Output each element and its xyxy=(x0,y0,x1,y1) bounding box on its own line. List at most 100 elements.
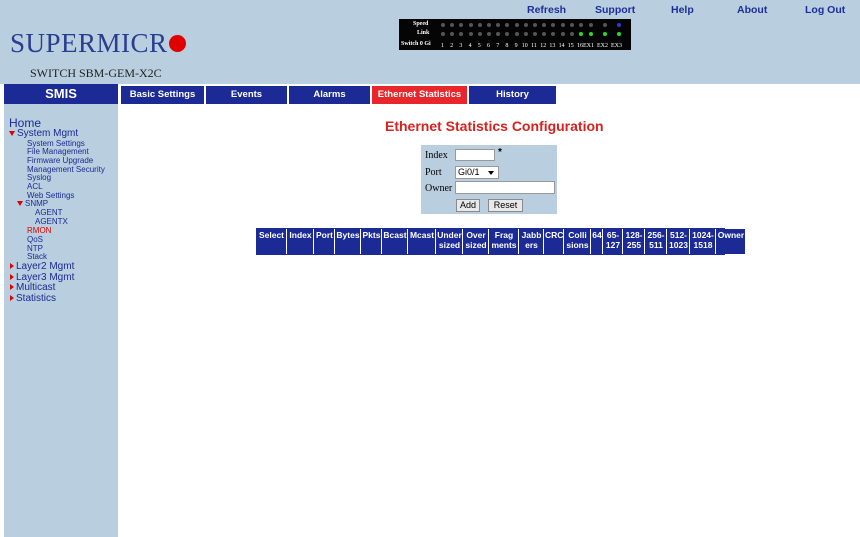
table-header-cell: Jabb ers xyxy=(520,229,544,254)
speed-led xyxy=(487,23,491,27)
speed-led xyxy=(560,23,565,27)
ethernet-stats-table-header: Select Index Port Bytes Pkts Bcast Mcast Under s… xyxy=(256,228,746,255)
speed-led xyxy=(505,23,510,27)
sidebar-item-rmon[interactable]: RMON xyxy=(27,227,51,235)
sidebar-item-stack[interactable]: Stack xyxy=(27,253,47,261)
tab-events[interactable]: Events xyxy=(206,86,287,104)
port-number-label: EX2 xyxy=(597,43,608,49)
sidebar-item-multicast[interactable]: Multicast xyxy=(10,283,55,293)
tab-ethernet-statistics[interactable]: Ethernet Statistics xyxy=(372,86,467,104)
add-button[interactable]: Add xyxy=(456,199,480,212)
table-header-cell: 65- 127 xyxy=(604,229,623,254)
logout-link[interactable]: Log Out xyxy=(805,4,845,16)
table-header-cell: 64 xyxy=(592,229,603,254)
sidebar-item-syslog[interactable]: Syslog xyxy=(27,174,51,182)
port-select[interactable]: Gi0/1 xyxy=(455,166,499,179)
index-label: Index xyxy=(425,150,448,161)
sidebar-item-label: Layer2 Mgmt xyxy=(16,261,75,272)
link-led xyxy=(533,32,537,36)
sidebar-item-label: Multicast xyxy=(16,282,56,293)
speed-led xyxy=(459,23,464,27)
sidebar-item-label: Statistics xyxy=(16,293,57,304)
port-number-label: 1 xyxy=(441,43,444,49)
collapsed-arrow-icon xyxy=(10,284,14,291)
speed-led xyxy=(579,23,583,27)
table-header-text: CRC xyxy=(545,230,564,240)
sidebar-item-snmp[interactable]: SNMP xyxy=(17,200,48,208)
sidebar-item-acl[interactable]: ACL xyxy=(27,183,43,191)
table-header-cell: Index xyxy=(288,229,314,254)
link-led xyxy=(514,32,519,36)
port-number-label: 7 xyxy=(496,43,500,49)
refresh-link[interactable]: Refresh xyxy=(527,4,566,16)
tab-history[interactable]: History xyxy=(469,86,556,104)
link-led xyxy=(579,32,583,36)
index-input[interactable] xyxy=(455,149,495,161)
table-header-text: Select xyxy=(258,230,285,240)
expanded-arrow-icon xyxy=(17,201,23,207)
sidebar-item-qos[interactable]: QoS xyxy=(27,236,43,244)
tab-basic-settings[interactable]: Basic Settings xyxy=(121,86,204,104)
speed-led xyxy=(477,23,482,27)
table-header-text: sized xyxy=(465,239,487,250)
reset-button[interactable]: Reset xyxy=(488,199,523,212)
table-header-text: 1023 xyxy=(669,239,688,250)
table-header-text: Owner xyxy=(717,230,745,240)
speed-led xyxy=(617,23,621,27)
link-led xyxy=(496,32,501,36)
sidebar-item-label: System Mgmt xyxy=(17,128,79,139)
link-led xyxy=(450,32,455,36)
speed-label: Speed xyxy=(413,21,429,27)
table-header-text: 64 xyxy=(592,230,602,240)
table-header-cell: 1024- 1518 xyxy=(691,229,716,254)
port-number-label: 8 xyxy=(505,43,509,49)
table-header-text: Mcast xyxy=(409,230,435,240)
page-title: Ethernet Statistics Configuration xyxy=(385,118,604,134)
link-led xyxy=(523,32,528,36)
sidebar-item-agentx[interactable]: AGENTX xyxy=(35,218,68,226)
link-led xyxy=(617,32,621,36)
table-header-cell: CRC xyxy=(545,229,564,254)
tab-alarms[interactable]: Alarms xyxy=(289,86,370,104)
about-link[interactable]: About xyxy=(737,4,767,16)
collapsed-arrow-icon xyxy=(10,295,14,302)
smis-header: SMIS xyxy=(4,84,118,104)
link-led xyxy=(441,32,445,36)
sidebar-item-firmware-upgrade[interactable]: Firmware Upgrade xyxy=(27,157,93,165)
table-header-cell: Port xyxy=(315,229,335,254)
sidebar-item-layer2-mgmt[interactable]: Layer2 Mgmt xyxy=(10,262,74,272)
table-header-cell: Frag ments xyxy=(490,229,519,254)
table-header-cell: Mcast xyxy=(409,229,436,254)
port-number-label: 10 xyxy=(521,43,528,49)
support-link[interactable]: Support xyxy=(595,4,635,16)
port-number-label: 11 xyxy=(531,43,537,49)
owner-label: Owner xyxy=(425,183,453,194)
port-number-label: 4 xyxy=(468,43,472,49)
speed-led xyxy=(551,23,556,27)
table-header-cell: Bytes xyxy=(336,229,361,254)
speed-led xyxy=(450,23,455,27)
owner-input[interactable] xyxy=(455,181,555,194)
link-label: Link xyxy=(417,30,430,36)
help-link[interactable]: Help xyxy=(671,4,694,16)
link-led xyxy=(477,32,482,36)
switch-label: Switch 0 Gi xyxy=(401,41,431,47)
sidebar-item-file-management[interactable]: File Management xyxy=(27,148,89,156)
link-led xyxy=(459,32,464,36)
port-number-label: 5 xyxy=(477,43,481,49)
port-number-label: 13 xyxy=(549,43,556,49)
link-led xyxy=(468,32,473,36)
sidebar-item-agent[interactable]: AGENT xyxy=(35,209,63,217)
table-header-text: Index xyxy=(289,230,312,240)
table-header-text: Pkts xyxy=(362,230,381,240)
speed-led xyxy=(533,23,537,27)
link-led xyxy=(560,32,565,36)
speed-led xyxy=(603,23,607,27)
sidebar-item-system-mgmt[interactable]: System Mgmt xyxy=(9,129,78,139)
table-header-cell: Bcast xyxy=(383,229,408,254)
table-header-cell: Owner xyxy=(717,229,746,254)
port-number-label: EX3 xyxy=(611,43,622,49)
collapsed-arrow-icon xyxy=(10,274,14,281)
sidebar-item-statistics[interactable]: Statistics xyxy=(10,294,56,304)
speed-led xyxy=(523,23,528,27)
